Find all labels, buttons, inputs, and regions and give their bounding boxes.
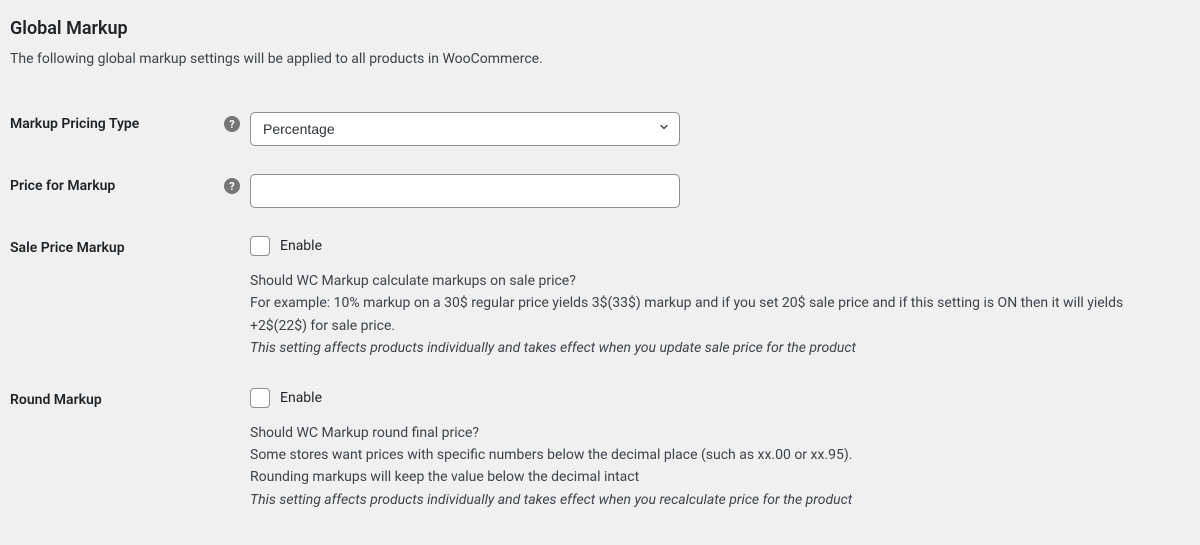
settings-table: Markup Pricing Type ? Percentage <box>10 98 1190 525</box>
price-for-markup-input[interactable] <box>250 174 680 208</box>
desc-note: This setting affects products individual… <box>250 492 852 508</box>
pricing-type-select[interactable]: Percentage <box>250 112 680 146</box>
round-markup-label: Round Markup <box>10 392 102 408</box>
section-intro: The following global markup settings wil… <box>10 49 1190 70</box>
sale-price-markup-checkbox-label: Enable <box>280 238 322 254</box>
desc-text: Should WC Markup calculate markups on sa… <box>250 273 576 289</box>
pricing-type-label: Markup Pricing Type <box>10 116 139 132</box>
round-markup-description: Should WC Markup round final price? Some… <box>250 422 1170 512</box>
section-title: Global Markup <box>10 18 1190 39</box>
help-icon[interactable]: ? <box>224 116 240 132</box>
desc-text: Should WC Markup round final price? <box>250 425 479 441</box>
sale-price-markup-label: Sale Price Markup <box>10 240 125 256</box>
desc-text: Some stores want prices with specific nu… <box>250 447 852 463</box>
desc-text: Rounding markups will keep the value bel… <box>250 469 639 485</box>
sale-price-markup-description: Should WC Markup calculate markups on sa… <box>250 270 1170 360</box>
price-for-markup-label: Price for Markup <box>10 178 115 194</box>
pricing-type-select-wrap: Percentage <box>250 112 680 146</box>
round-markup-checkbox-label: Enable <box>280 390 322 406</box>
round-markup-checkbox[interactable] <box>250 388 270 408</box>
desc-note: This setting affects products individual… <box>250 340 856 356</box>
sale-price-markup-checkbox[interactable] <box>250 236 270 256</box>
help-icon[interactable]: ? <box>224 178 240 194</box>
desc-text: For example: 10% markup on a 30$ regular… <box>250 295 1123 333</box>
